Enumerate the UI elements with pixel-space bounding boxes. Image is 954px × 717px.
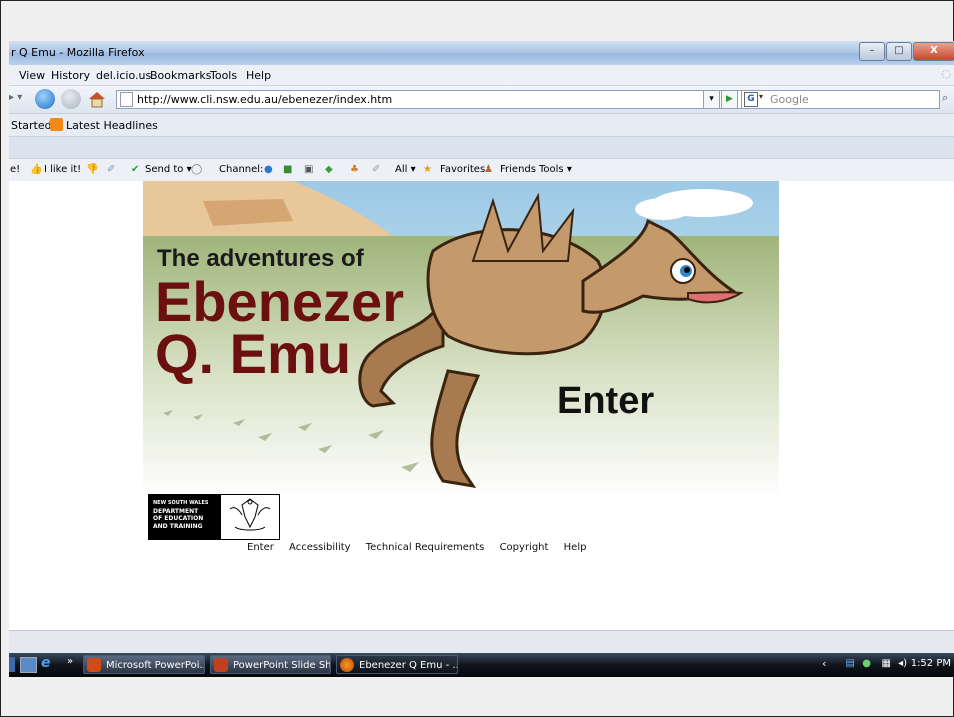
bookmark-latest-headlines[interactable]: Latest Headlines <box>66 119 158 132</box>
url-text: http://www.cli.nsw.edu.au/ebenezer/index… <box>137 93 393 106</box>
stop-icon[interactable] <box>61 89 81 109</box>
tray-icon-1[interactable]: ▤ <box>846 658 855 669</box>
stumbleupon-toolbar: e! 👍 I like it! 👎 ✐ ✔ Send to ▾ ◯ Channe… <box>9 159 954 182</box>
empty-toolbar <box>9 137 954 159</box>
page-icon <box>120 92 133 107</box>
link-technical-requirements[interactable]: Technical Requirements <box>366 542 485 553</box>
close-button[interactable]: X <box>913 42 954 61</box>
toolbar-e[interactable]: e! <box>10 164 20 175</box>
address-bar[interactable]: http://www.cli.nsw.edu.au/ebenezer/index… <box>116 90 745 109</box>
channel-icon-4[interactable]: ◆ <box>325 164 333 175</box>
window-titlebar: r Q Emu - Mozilla Firefox – □ X <box>9 41 954 65</box>
footer-links: Enter Accessibility Technical Requiremen… <box>247 542 598 553</box>
link-accessibility[interactable]: Accessibility <box>289 542 351 553</box>
firefox-icon <box>340 658 354 672</box>
status-bar <box>9 630 954 653</box>
search-go-icon[interactable]: ⌕ <box>942 91 948 105</box>
star-icon: ★ <box>423 164 432 175</box>
task-label: PowerPoint Slide Sh... <box>233 660 331 671</box>
window-controls: – □ X <box>858 42 954 61</box>
logo-line-4: AND TRAINING <box>153 522 203 530</box>
coat-of-arms-icon <box>229 498 271 531</box>
start-button-edge[interactable] <box>9 657 15 672</box>
menu-delicious[interactable]: del.icio.us <box>96 69 151 82</box>
tray-expand[interactable]: ‹ <box>822 657 826 670</box>
maximize-button[interactable]: □ <box>886 42 912 61</box>
menu-bar: View History del.icio.us Bookmarks Tools… <box>9 65 954 86</box>
bookmark-getting-started[interactable]: Started <box>11 119 52 132</box>
task-label: Microsoft PowerPoi... <box>106 660 205 671</box>
menu-view[interactable]: View <box>19 69 45 82</box>
ebenezer-banner[interactable]: The adventures of Ebenezer Q. Emu Enter <box>143 181 779 497</box>
logo-line-3: OF EDUCATION <box>153 515 204 522</box>
task-powerpoint[interactable]: Microsoft PowerPoi... <box>83 655 205 674</box>
logo-line-2: DEPARTMENT <box>153 507 199 515</box>
banner-illustration: The adventures of Ebenezer Q. Emu Enter <box>143 181 779 497</box>
task-firefox[interactable]: Ebenezer Q Emu - ... <box>336 655 458 674</box>
link-enter[interactable]: Enter <box>247 542 274 553</box>
web-page: The adventures of Ebenezer Q. Emu Enter … <box>9 181 954 630</box>
task-label: Ebenezer Q Emu - ... <box>359 660 458 671</box>
reload-icon[interactable] <box>35 89 55 109</box>
navigation-toolbar: ▸ ▾ http://www.cli.nsw.edu.au/ebenezer/i… <box>9 86 954 114</box>
banner-subtitle: The adventures of <box>157 245 365 272</box>
thumbs-down-icon[interactable]: 👎 <box>86 164 98 175</box>
task-slideshow[interactable]: PowerPoint Slide Sh... <box>210 655 331 674</box>
comment-icon[interactable]: ◯ <box>191 164 202 175</box>
friends-button[interactable]: Friends <box>500 164 536 175</box>
logo-line-1: NEW SOUTH WALES <box>153 500 209 506</box>
slideshow-icon <box>214 658 228 672</box>
menu-bookmarks[interactable]: Bookmarks <box>150 69 211 82</box>
go-icon[interactable]: ▶ <box>721 90 738 109</box>
tools-button[interactable]: Tools ▾ <box>539 164 572 175</box>
screenshot: r Q Emu - Mozilla Firefox – □ X View His… <box>9 41 954 677</box>
search-input[interactable]: G ▾ Google <box>741 90 940 109</box>
link-copyright[interactable]: Copyright <box>500 542 549 553</box>
tv-icon[interactable]: ▣ <box>304 164 313 175</box>
ie-icon[interactable]: e <box>41 655 51 671</box>
minimize-button[interactable]: – <box>859 42 885 61</box>
google-icon[interactable]: G <box>744 92 758 107</box>
menu-history[interactable]: History <box>51 69 90 82</box>
i-like-it-button[interactable]: I like it! <box>44 164 81 175</box>
tag-icon[interactable]: ✐ <box>107 164 115 175</box>
network-icon[interactable]: ▦ <box>882 658 891 669</box>
bookmarks-toolbar: Started Latest Headlines <box>9 114 954 137</box>
tray-icon-2[interactable]: ● <box>862 658 871 669</box>
favorites-button[interactable]: Favorites <box>440 164 485 175</box>
menu-tools[interactable]: Tools <box>210 69 237 82</box>
volume-icon[interactable]: ◂) <box>898 658 907 669</box>
engine-dropdown-icon[interactable]: ▾ <box>759 92 763 101</box>
all-button[interactable]: All ▾ <box>395 164 416 175</box>
globe-icon[interactable]: ● <box>264 164 273 175</box>
forward-dropdown-icon[interactable]: ▸ ▾ <box>9 92 22 103</box>
people-icon[interactable]: ♣ <box>350 164 359 175</box>
rss-icon <box>50 118 63 131</box>
quicklaunch-overflow[interactable]: » <box>67 656 73 667</box>
banner-title-line2: Q. Emu <box>155 322 351 385</box>
windows-taskbar: e » Microsoft PowerPoi... PowerPoint Sli… <box>9 653 954 677</box>
throbber-icon: ◌ <box>941 67 951 80</box>
channel-icon-2[interactable]: ■ <box>283 164 292 175</box>
friends-icon: ♟ <box>484 164 493 175</box>
window-title: r Q Emu - Mozilla Firefox <box>11 46 145 59</box>
send-icon: ✔ <box>131 164 140 175</box>
thumbs-up-icon: 👍 <box>30 164 43 175</box>
nsw-det-logo[interactable]: NEW SOUTH WALES DEPARTMENT OF EDUCATION … <box>148 494 280 540</box>
show-desktop-icon[interactable] <box>20 657 37 673</box>
enter-link-big: Enter <box>557 380 654 422</box>
home-icon[interactable] <box>87 89 107 109</box>
channel-icon-6[interactable]: ✐ <box>372 164 380 175</box>
send-to-button[interactable]: Send to ▾ <box>145 164 192 175</box>
search-placeholder: Google <box>770 93 809 106</box>
logo-text-block: NEW SOUTH WALES DEPARTMENT OF EDUCATION … <box>149 495 221 539</box>
menu-help[interactable]: Help <box>246 69 271 82</box>
slide-frame: r Q Emu - Mozilla Firefox – □ X View His… <box>0 0 954 717</box>
channel-label: Channel: <box>219 164 264 175</box>
clock[interactable]: 1:52 PM <box>911 658 951 669</box>
powerpoint-icon <box>87 658 101 672</box>
url-dropdown-icon[interactable]: ▾ <box>703 90 720 109</box>
link-help[interactable]: Help <box>564 542 587 553</box>
